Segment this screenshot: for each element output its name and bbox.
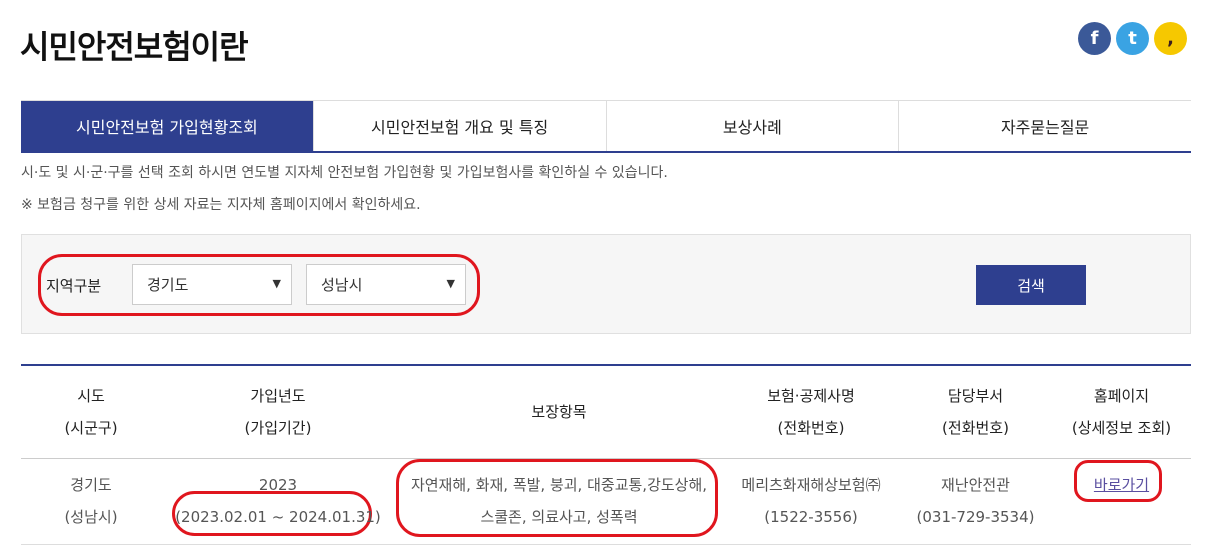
enrollment-table: 시도 (시군구) 가입년도 (가입기간) 보장항목 보험·공제사명 (전화번호) 담당…: [21, 364, 1191, 545]
homepage-link[interactable]: 바로가기: [1094, 476, 1149, 494]
tab-compensation-cases[interactable]: 보상사례: [607, 101, 900, 151]
column-header-coverage: 보장항목: [395, 366, 723, 459]
cell-coverage: 자연재해, 화재, 폭발, 붕괴, 대중교통,강도상해, 스쿨존, 의료사고, 성…: [395, 458, 723, 545]
tab-enrollment-status[interactable]: 시민안전보험 가입현황조회: [21, 101, 314, 151]
cell-sido: 경기도 (성남시): [21, 458, 161, 545]
tab-bar: 시민안전보험 가입현황조회 시민안전보험 개요 및 특징 보상사례 자주묻는질문: [21, 100, 1191, 153]
tab-overview[interactable]: 시민안전보험 개요 및 특징: [314, 101, 607, 151]
sido-select-value: 경기도: [147, 276, 189, 294]
column-header-dept: 담당부서 (전화번호): [899, 366, 1052, 459]
facebook-icon[interactable]: f: [1078, 22, 1111, 55]
table-row: 경기도 (성남시) 2023 (2023.02.01 ~ 2024.01.31) 자…: [21, 458, 1191, 545]
chevron-down-icon: ▼: [446, 277, 455, 290]
column-header-insurer: 보험·공제사명 (전화번호): [723, 366, 899, 459]
share-buttons: f t ,: [1078, 22, 1187, 55]
twitter-icon[interactable]: t: [1116, 22, 1149, 55]
cell-dept: 재난안전관 (031-729-3534): [899, 458, 1052, 545]
page-title: 시민안전보험이란: [20, 28, 249, 66]
cell-insurer: 메리츠화재해상보험㈜ (1522-3556): [723, 458, 899, 545]
cell-year: 2023 (2023.02.01 ~ 2024.01.31): [161, 458, 395, 545]
search-panel: 지역구분 경기도 ▼ 성남시 ▼ 검색: [21, 234, 1191, 334]
sigungu-select[interactable]: 성남시 ▼: [306, 264, 466, 305]
search-button[interactable]: 검색: [976, 265, 1086, 305]
sigungu-select-value: 성남시: [321, 276, 363, 294]
tab-faq[interactable]: 자주묻는질문: [899, 101, 1191, 151]
column-header-sido: 시도 (시군구): [21, 366, 161, 459]
sido-select[interactable]: 경기도 ▼: [132, 264, 292, 305]
column-header-year: 가입년도 (가입기간): [161, 366, 395, 459]
table-header-row: 시도 (시군구) 가입년도 (가입기간) 보장항목 보험·공제사명 (전화번호) 담당…: [21, 366, 1191, 459]
chevron-down-icon: ▼: [272, 277, 281, 290]
column-header-homepage: 홈페이지 (상세정보 조회): [1052, 366, 1191, 459]
region-label: 지역구분: [46, 277, 102, 295]
cell-homepage: 바로가기: [1052, 458, 1191, 545]
kakaostory-icon[interactable]: ,: [1154, 22, 1187, 55]
notice-text: ※ 보험금 청구를 위한 상세 자료는 지자체 홈페이지에서 확인하세요.: [21, 197, 421, 213]
description-text: 시·도 및 시·군·구를 선택 조회 하시면 연도별 지자체 안전보험 가입현황…: [21, 165, 668, 181]
